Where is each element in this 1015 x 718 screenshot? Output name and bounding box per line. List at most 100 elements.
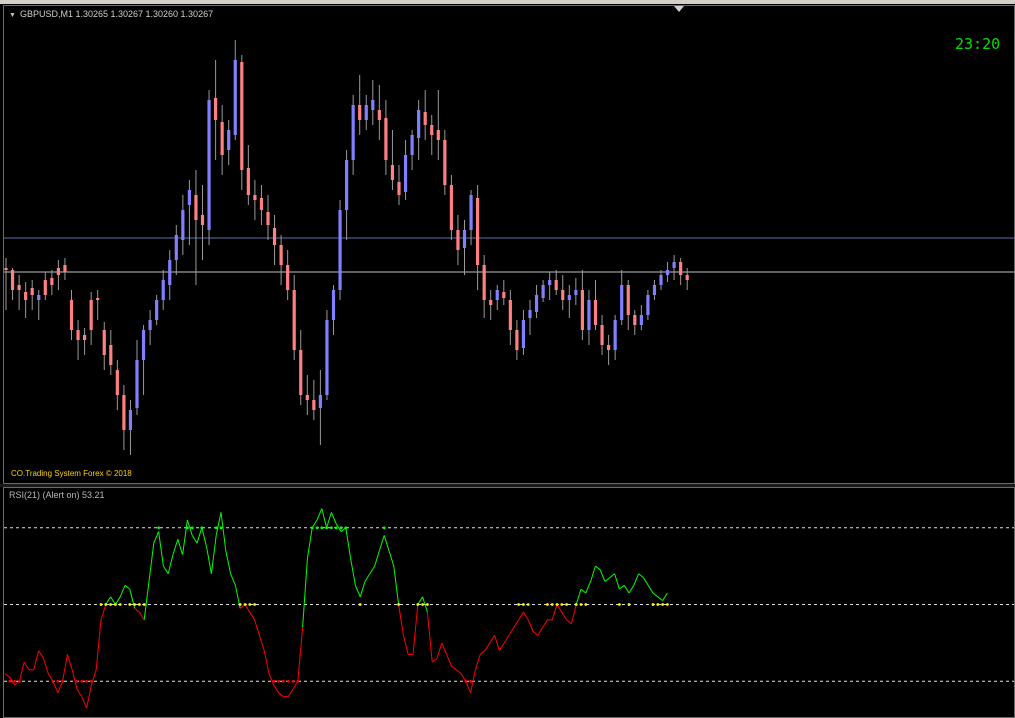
rsi-segment — [436, 642, 443, 659]
candle-body — [17, 285, 21, 290]
candle-body — [266, 212, 270, 225]
rsi-segment — [138, 611, 145, 621]
candle-body — [665, 270, 670, 275]
rsi-alert-dot — [118, 603, 122, 606]
rsi-segment — [628, 585, 635, 594]
rsi-segment — [215, 512, 222, 536]
rsi-segment — [484, 642, 491, 651]
rsi-alert-dot — [618, 603, 621, 606]
rsi-segment — [494, 635, 500, 651]
rsi-oversold-dot — [90, 679, 93, 683]
rsi-oversold-dot — [56, 679, 60, 683]
rsi-segment — [196, 527, 203, 544]
rsi-segment — [619, 584, 625, 590]
candle-body — [135, 360, 139, 408]
candle-body — [227, 130, 231, 150]
candle-body — [580, 290, 584, 330]
rsi-alert-dot — [666, 603, 669, 606]
candle-body — [246, 168, 250, 195]
rsi-segment — [498, 642, 505, 651]
candle-body — [351, 105, 355, 160]
triangle-down-icon[interactable]: ▼ — [9, 12, 16, 19]
rsi-segment — [479, 650, 486, 655]
rsi-segment — [465, 681, 472, 693]
rsi-alert-dot — [560, 603, 564, 606]
rsi-alert-dot — [358, 603, 362, 606]
rsi-alert-dot — [526, 603, 530, 606]
candle-body — [593, 300, 598, 325]
rsi-segment — [330, 512, 337, 525]
rsi-alert-dot — [426, 603, 429, 606]
rsi-oversold-dot — [282, 679, 285, 683]
chart-shift-marker-icon[interactable] — [674, 6, 684, 12]
rsi-segment — [201, 527, 208, 548]
rsi-overbought-dot — [315, 526, 319, 530]
rsi-segment — [451, 665, 457, 671]
rsi-segment — [609, 573, 615, 579]
candle-body — [181, 210, 185, 240]
candle-body — [397, 182, 401, 195]
candle-body — [403, 155, 408, 192]
candle-body — [194, 195, 198, 220]
rsi-segment — [206, 546, 212, 574]
rsi-segment — [230, 573, 236, 586]
rsi-segment — [81, 696, 88, 709]
rsi-alert-dot — [661, 603, 664, 606]
rsi-segment — [162, 565, 169, 575]
rsi-alert-dot — [99, 603, 103, 606]
candle-body — [600, 325, 604, 345]
rsi-segment — [210, 535, 217, 574]
rsi-segment — [489, 634, 496, 644]
candle-body — [456, 230, 460, 250]
rsi-oversold-dot — [8, 679, 12, 683]
rsi-alert-dot — [656, 603, 660, 606]
rsi-segment — [580, 588, 587, 594]
rsi-overbought-dot — [157, 526, 161, 530]
candle-body — [430, 125, 434, 135]
candle-body — [240, 62, 244, 170]
rsi-overbought-dot — [214, 526, 218, 530]
rsi-alert-dot — [253, 603, 256, 606]
rsi-alert-dot — [397, 603, 400, 606]
candle-body — [495, 290, 499, 300]
candle-body — [476, 198, 480, 265]
candle-body — [318, 395, 322, 408]
rsi-oversold-dot — [296, 679, 300, 683]
rsi-alert-dot — [522, 603, 525, 606]
rsi-segment — [167, 554, 174, 574]
rsi-segment — [542, 619, 548, 628]
chart-window[interactable]: ▼ GBPUSD,M1 1.30265 1.30267 1.30260 1.302… — [0, 0, 1015, 718]
rsi-oversold-dot — [61, 679, 64, 683]
candle-body — [384, 118, 388, 160]
rsi-overbought-dot — [334, 526, 338, 530]
candle-body — [50, 278, 54, 285]
candle-body — [554, 280, 558, 290]
rsi-segment — [249, 611, 256, 621]
rsi-segment — [76, 688, 83, 697]
rsi-segment — [143, 581, 150, 620]
rsi-segment — [474, 654, 481, 670]
rsi-segment — [62, 654, 68, 682]
candle-body — [259, 198, 264, 210]
rsi-segment — [566, 619, 572, 625]
rsi-oversold-dot — [286, 679, 290, 683]
rsi-segment — [446, 654, 452, 667]
rsi-segment — [638, 573, 644, 579]
rsi-segment — [33, 650, 40, 670]
rsi-segment — [71, 669, 78, 690]
rsi-overbought-dot — [344, 526, 348, 530]
candle-body — [220, 122, 224, 155]
rsi-segment — [57, 681, 64, 693]
rsi-segment — [585, 581, 592, 594]
candle-body — [253, 195, 257, 200]
rsi-alert-dot — [584, 603, 588, 606]
rsi-segment — [66, 654, 73, 670]
rsi-segment — [95, 619, 102, 670]
rsi-segment — [575, 588, 582, 605]
rsi-segment — [431, 657, 438, 663]
rsi-segment — [287, 688, 294, 697]
candle-body — [620, 285, 624, 320]
rsi-overbought-dot — [325, 526, 328, 530]
rsi-segment — [503, 634, 510, 644]
candle-body — [115, 370, 119, 395]
